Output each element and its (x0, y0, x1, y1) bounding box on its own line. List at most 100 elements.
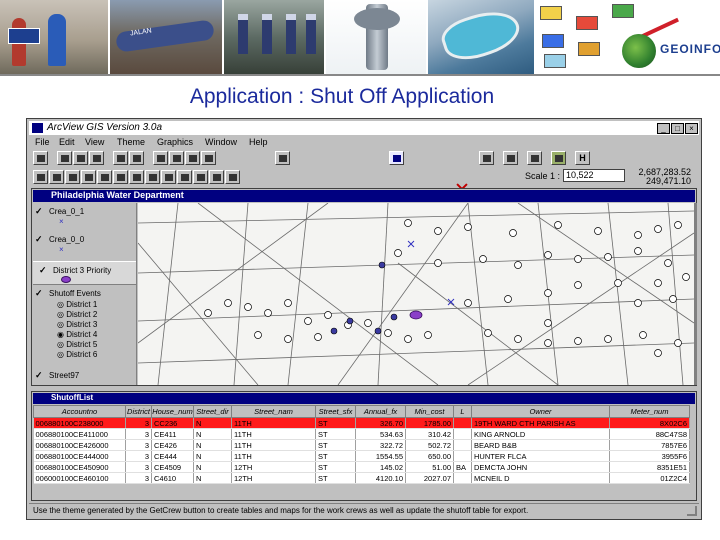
column-header[interactable]: House_num (151, 405, 194, 418)
table-row[interactable]: 006880100CE426000 3 CE426 N 11TH ST 322.72 502.… (33, 439, 690, 451)
column-header[interactable]: District (125, 405, 152, 418)
column-header[interactable]: Min_cost (405, 405, 454, 418)
h-button[interactable]: H (575, 151, 590, 165)
print-button[interactable] (503, 151, 518, 165)
photo-field-workers (0, 0, 108, 74)
zoom-full-icon (189, 155, 197, 162)
pan-tool[interactable] (129, 170, 144, 184)
banner-divider (0, 74, 720, 76)
find-button[interactable] (129, 151, 144, 165)
zoom-full-button[interactable] (185, 151, 200, 165)
table-cell: C4610 (151, 472, 194, 484)
legend-district: ◎ District 6 (57, 350, 98, 359)
add-theme-button[interactable] (57, 151, 72, 165)
checkbox-icon[interactable]: ✓ (39, 266, 48, 275)
getcrew-button[interactable] (389, 151, 404, 165)
legend-district: ◉ District 4 (57, 330, 98, 339)
map-thumbnail-icon (542, 34, 564, 48)
table-row[interactable]: 006880100C238000 3 CC236 N 11TH ST 326.70 1785.… (33, 417, 690, 429)
vertex-edit-tool[interactable] (65, 170, 80, 184)
column-header[interactable]: Annual_fx (355, 405, 406, 418)
theme-properties-button[interactable] (73, 151, 88, 165)
zoom-to-themes-button[interactable] (201, 151, 216, 165)
export-button[interactable] (527, 151, 542, 165)
table-cell (453, 450, 472, 462)
menu-view[interactable]: View (85, 137, 104, 147)
edit-legend-button[interactable] (89, 151, 104, 165)
table-cell: CE411 (151, 428, 194, 440)
checkbox-icon[interactable]: ✓ (35, 371, 44, 380)
checkbox-icon[interactable]: ✓ (35, 235, 44, 244)
theme-label: Street97 (49, 371, 80, 380)
shutoff-table[interactable]: Accountno District House_num Street_dir … (33, 405, 690, 484)
menu-theme[interactable]: Theme (117, 137, 145, 147)
resize-grip-icon[interactable] (687, 506, 697, 516)
table-cell: 326.70 (355, 417, 406, 429)
menu-graphics[interactable]: Graphics (157, 137, 193, 147)
theme-label: District 3 Priority (53, 266, 112, 275)
measure-tool[interactable] (145, 170, 160, 184)
table-cell: 51.00 (405, 461, 454, 473)
close-button[interactable]: × (685, 123, 698, 134)
column-header[interactable]: Meter_num (609, 405, 690, 418)
open-table-button[interactable] (113, 151, 128, 165)
column-header[interactable]: Street_dir (193, 405, 232, 418)
column-header[interactable]: L (453, 405, 472, 418)
draw-tool[interactable] (209, 170, 224, 184)
shutoff-tool-button[interactable] (551, 151, 566, 165)
identify-tool[interactable] (33, 170, 48, 184)
menu-edit[interactable]: Edit (59, 137, 75, 147)
snap-tool[interactable] (225, 170, 240, 184)
table-cell: 006880100CE411000 (33, 428, 126, 440)
query-icon (157, 155, 165, 162)
label-tool[interactable] (177, 170, 192, 184)
select-feature-tool[interactable] (81, 170, 96, 184)
column-header[interactable]: Street_sfx (315, 405, 356, 418)
view-scrollbar[interactable] (694, 203, 697, 385)
table-row[interactable]: 006880100CE411000 3 CE411 N 11TH ST 534.63 310.… (33, 428, 690, 440)
column-header[interactable]: Street_nam (231, 405, 316, 418)
legend-district: ◎ District 5 (57, 340, 98, 349)
help-button[interactable] (275, 151, 290, 165)
column-header[interactable]: Accountno (33, 405, 126, 418)
measure-icon (149, 174, 157, 181)
pointer-tool[interactable] (49, 170, 64, 184)
calculator-button[interactable] (479, 151, 494, 165)
theme-label: Crea_0_1 (49, 207, 85, 216)
menu-file[interactable]: File (35, 137, 50, 147)
column-header[interactable]: Owner (471, 405, 610, 418)
locate-address-button[interactable] (169, 151, 184, 165)
table-cell: 310.42 (405, 428, 454, 440)
table-cell: CC236 (151, 417, 194, 429)
toc-theme-active[interactable]: ✓ District 3 Priority (33, 261, 136, 285)
table-cell: 502.72 (405, 439, 454, 451)
save-project-button[interactable] (33, 151, 48, 165)
street-map[interactable] (138, 203, 694, 385)
district-label: District 5 (66, 340, 98, 349)
district-label: District 2 (66, 310, 98, 319)
checkbox-icon[interactable]: ✓ (35, 207, 44, 216)
table-cell: CE426 (151, 439, 194, 451)
polygon-symbol-icon (61, 276, 71, 283)
table-row[interactable]: 006880100CE444000 3 CE444 N 11TH ST 1554.55 650… (33, 450, 690, 462)
table-row[interactable]: 006880100CE450900 3 CE4509 N 12TH ST 145.02 51.… (33, 461, 690, 473)
priority-area-marker[interactable] (409, 310, 423, 320)
menubar: File Edit View Theme Graphics Window Hel… (29, 136, 699, 149)
zoom-in-tool[interactable] (97, 170, 112, 184)
scale-input[interactable]: 10,522 (563, 169, 625, 182)
text-tool[interactable] (193, 170, 208, 184)
checkbox-icon[interactable]: ✓ (35, 289, 44, 298)
maximize-button[interactable]: □ (671, 123, 684, 134)
table-cell: 3 (125, 450, 152, 462)
hotlink-tool[interactable] (161, 170, 176, 184)
table-cell: 3 (125, 417, 152, 429)
menu-help[interactable]: Help (249, 137, 268, 147)
zoom-out-tool[interactable] (113, 170, 128, 184)
table-cell: N (193, 461, 232, 473)
window-titlebar: ArcView GIS Version 3.0a _ □ × (29, 121, 699, 135)
map-display[interactable] (138, 203, 694, 385)
query-builder-button[interactable] (153, 151, 168, 165)
table-row[interactable]: 006000100CE460100 3 C4610 N 12TH ST 4120.10 202… (33, 472, 690, 484)
menu-window[interactable]: Window (205, 137, 237, 147)
minimize-button[interactable]: _ (657, 123, 670, 134)
